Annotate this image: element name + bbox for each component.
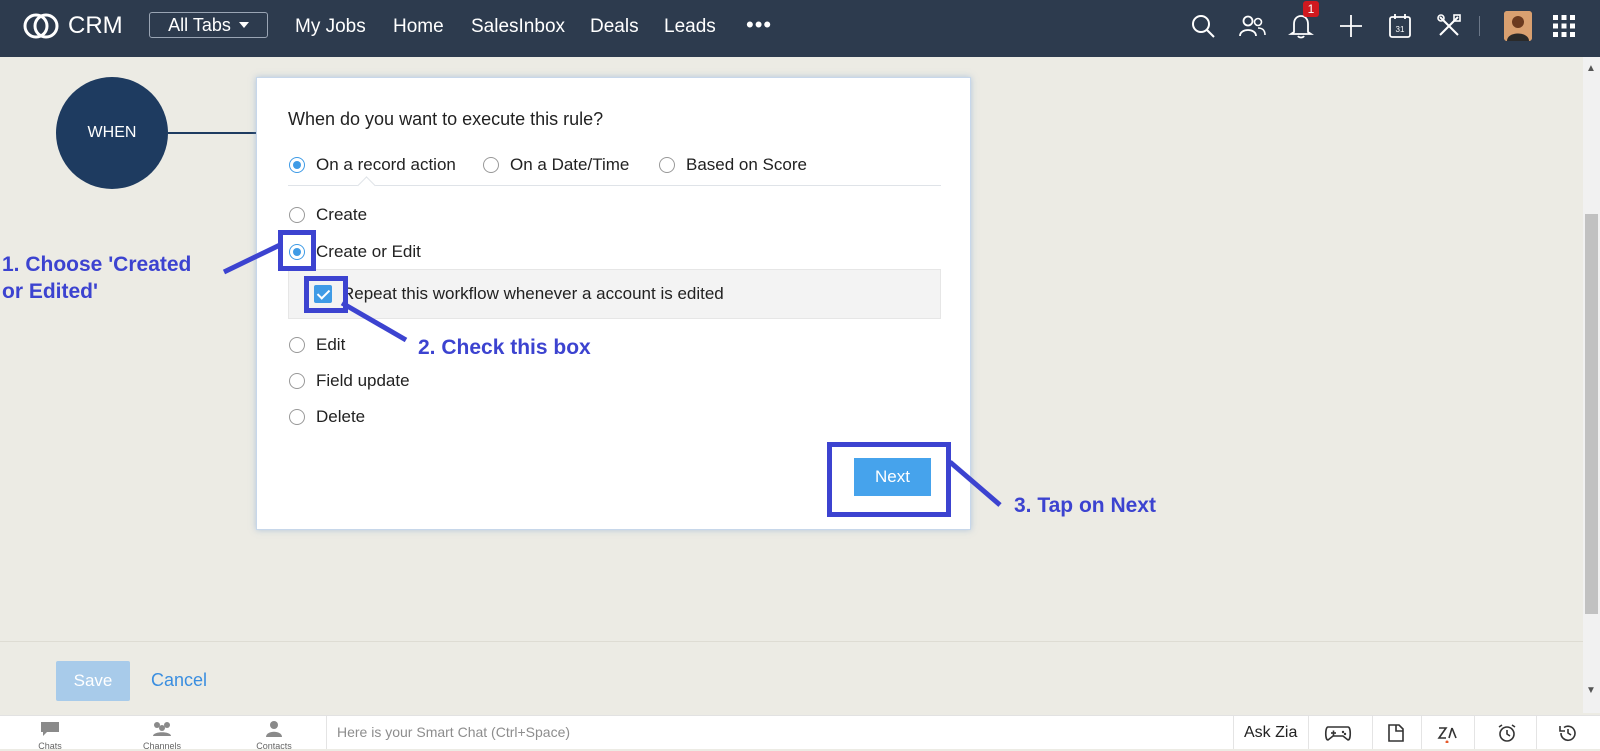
zia-icon[interactable] — [1436, 723, 1458, 743]
contacts-label: Contacts — [256, 741, 292, 751]
bottom-divider — [1536, 716, 1537, 749]
smart-chat-input[interactable]: Here is your Smart Chat (Ctrl+Space) — [337, 724, 570, 740]
contact-person-icon — [266, 721, 282, 737]
form-footer — [0, 641, 1583, 714]
contacts-tab[interactable]: Contacts — [224, 716, 324, 751]
alarm-clock-icon[interactable] — [1496, 723, 1518, 743]
annotation-step3: 3. Tap on Next — [1014, 494, 1156, 517]
channels-icon — [153, 722, 171, 736]
annotation-lines — [222, 241, 1002, 507]
annotation-box-checkbox — [304, 276, 348, 313]
annotation-step2: 2. Check this box — [418, 336, 591, 359]
history-icon[interactable] — [1557, 723, 1579, 743]
annotation-box-next — [827, 442, 951, 517]
cancel-link[interactable]: Cancel — [151, 670, 207, 691]
bottom-divider — [1308, 716, 1309, 749]
notes-icon[interactable] — [1384, 723, 1406, 743]
bottom-divider — [1421, 716, 1422, 749]
annotation-step1-line2: or Edited' — [2, 280, 98, 303]
gamepad-icon[interactable] — [1324, 723, 1352, 743]
annotation-box-create-or-edit — [278, 230, 316, 271]
ask-zia-button[interactable]: Ask Zia — [1244, 724, 1297, 742]
bottom-divider — [1372, 716, 1373, 749]
save-button[interactable]: Save — [56, 661, 130, 701]
bottom-divider — [326, 716, 327, 749]
chat-bubble-icon — [41, 722, 59, 736]
channels-tab[interactable]: Channels — [112, 716, 212, 751]
bottom-divider — [1233, 716, 1234, 749]
bottom-chat-bar: Chats Channels Contacts Here is your Sma… — [0, 715, 1600, 751]
annotation-step1-line1: 1. Choose 'Created — [2, 253, 192, 276]
annotation-step1: 1. Choose 'Created or Edited' — [2, 251, 191, 305]
chats-label: Chats — [38, 741, 62, 751]
bottom-divider — [1474, 716, 1475, 749]
chats-tab[interactable]: Chats — [0, 716, 100, 751]
channels-label: Channels — [142, 741, 182, 751]
